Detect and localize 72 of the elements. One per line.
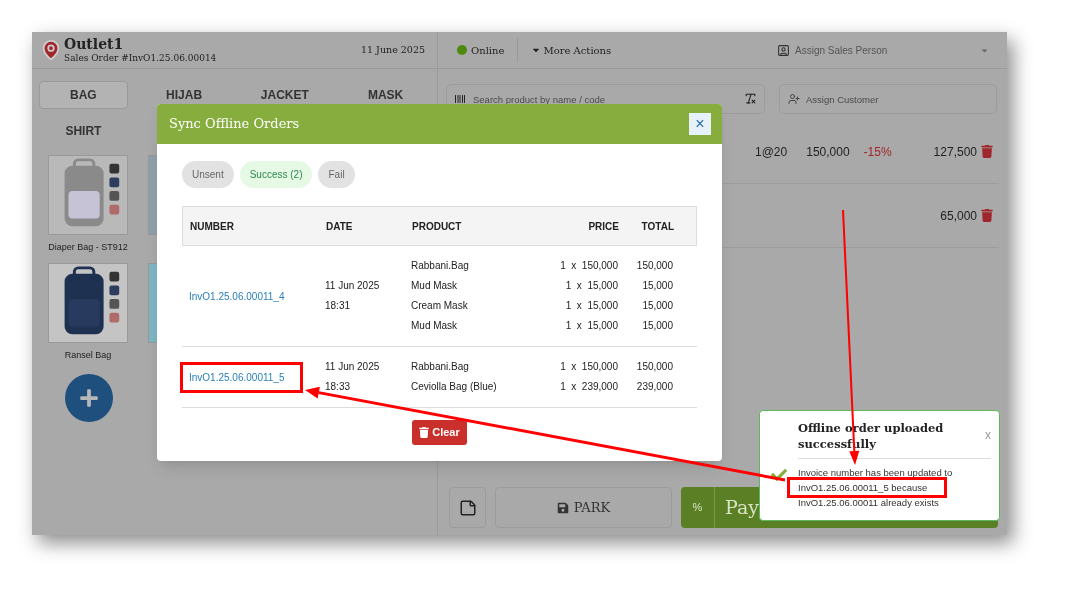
order-number: Sales Order #InvO1.25.06.00014: [64, 53, 217, 65]
add-user-icon: [788, 93, 800, 105]
cart-price: 150,000: [806, 143, 850, 161]
order-number-link[interactable]: InvO1.25.06.00011_5: [180, 361, 304, 393]
save-icon: [556, 501, 569, 514]
order-date: 11 Jun 2025: [325, 279, 381, 293]
category-tab[interactable]: MASK: [341, 81, 430, 109]
close-button[interactable]: ×: [689, 113, 711, 135]
cart-total: 127,500: [933, 143, 977, 161]
more-actions-button[interactable]: More Actions: [531, 42, 612, 58]
order-time: 18:33: [325, 380, 352, 394]
plus-icon: [79, 388, 99, 408]
note-button[interactable]: [449, 487, 486, 528]
column-header: PRODUCT: [411, 219, 463, 234]
column-header: DATE: [325, 219, 354, 234]
note-icon: [458, 498, 477, 517]
customer-field[interactable]: Assign Customer: [779, 84, 997, 114]
item-total: 15,000: [641, 319, 673, 333]
clear-format-icon: [744, 92, 757, 105]
cart-total: 65,000: [940, 207, 977, 225]
category-tab[interactable]: JACKET: [240, 81, 330, 109]
dialog-title: Sync Offline Orders: [169, 115, 300, 134]
product-name: Rabbani.Bag: [411, 360, 470, 374]
trash-icon[interactable]: [981, 145, 993, 158]
search-field[interactable]: Search product by name / code: [446, 84, 765, 114]
discount-button[interactable]: %: [681, 487, 715, 528]
item-price: 1 x 15,000: [564, 299, 618, 313]
order-time: 18:31: [325, 299, 352, 313]
product-name: Ransel Bag: [64, 348, 112, 362]
column-header: PRICE: [587, 219, 620, 234]
park-button[interactable]: PARK: [495, 487, 672, 528]
trash-icon[interactable]: [981, 209, 993, 222]
item-price: 1 x 239,000: [559, 380, 618, 394]
item-total: 150,000: [635, 360, 673, 374]
filter-tab[interactable]: Fail: [318, 161, 355, 188]
item-price: 1 x 15,000: [564, 319, 618, 333]
status-label: Online: [471, 43, 505, 58]
item-total: 150,000: [635, 259, 673, 273]
filter-tab[interactable]: Success (2): [239, 161, 313, 188]
trash-icon: [419, 427, 430, 438]
item-total: 239,000: [635, 380, 673, 394]
product-name: Ceviolla Bag (Blue): [411, 380, 498, 394]
sales-person-select[interactable]: Assign Sales Person: [777, 42, 989, 58]
cart-discount: -15%: [863, 143, 893, 161]
add-button[interactable]: [65, 374, 113, 422]
product-name: Rabbani.Bag: [411, 259, 470, 273]
category-tab[interactable]: HIJAB: [139, 81, 229, 109]
product-name: Cream Mask: [411, 299, 469, 313]
check-icon: [770, 466, 788, 483]
column-header: TOTAL: [640, 219, 675, 234]
toast-message-line: Invoice number has been updated to: [798, 466, 954, 480]
order-date: 11 June 2025: [361, 42, 425, 57]
category-tab[interactable]: SHIRT: [39, 117, 128, 145]
item-price: 1 x 150,000: [559, 259, 618, 273]
pay-label: Pay: [725, 495, 759, 521]
cart-quantity: 1@20: [755, 143, 788, 161]
person-badge-icon: [777, 43, 790, 57]
category-tab[interactable]: BAG: [39, 81, 128, 109]
product-name: Mud Mask: [411, 319, 459, 333]
toast-close-button[interactable]: x: [985, 426, 991, 444]
item-total: 15,000: [641, 279, 673, 293]
item-total: 15,000: [641, 299, 673, 313]
barcode-icon: [454, 93, 466, 105]
product-name: Mud Mask: [411, 279, 459, 293]
item-price: 1 x 15,000: [564, 279, 618, 293]
outlet-name: Outlet1: [64, 35, 125, 54]
order-date: 11 Jun 2025: [325, 360, 381, 374]
clear-button[interactable]: Clear: [412, 420, 467, 445]
product-name: Diaper Bag - ST912: [48, 241, 128, 254]
item-price: 1 x 150,000: [559, 360, 618, 374]
location-pin-icon: [40, 37, 62, 63]
toast-message-line: InvO1.25.06.00011 already exists: [798, 496, 940, 510]
